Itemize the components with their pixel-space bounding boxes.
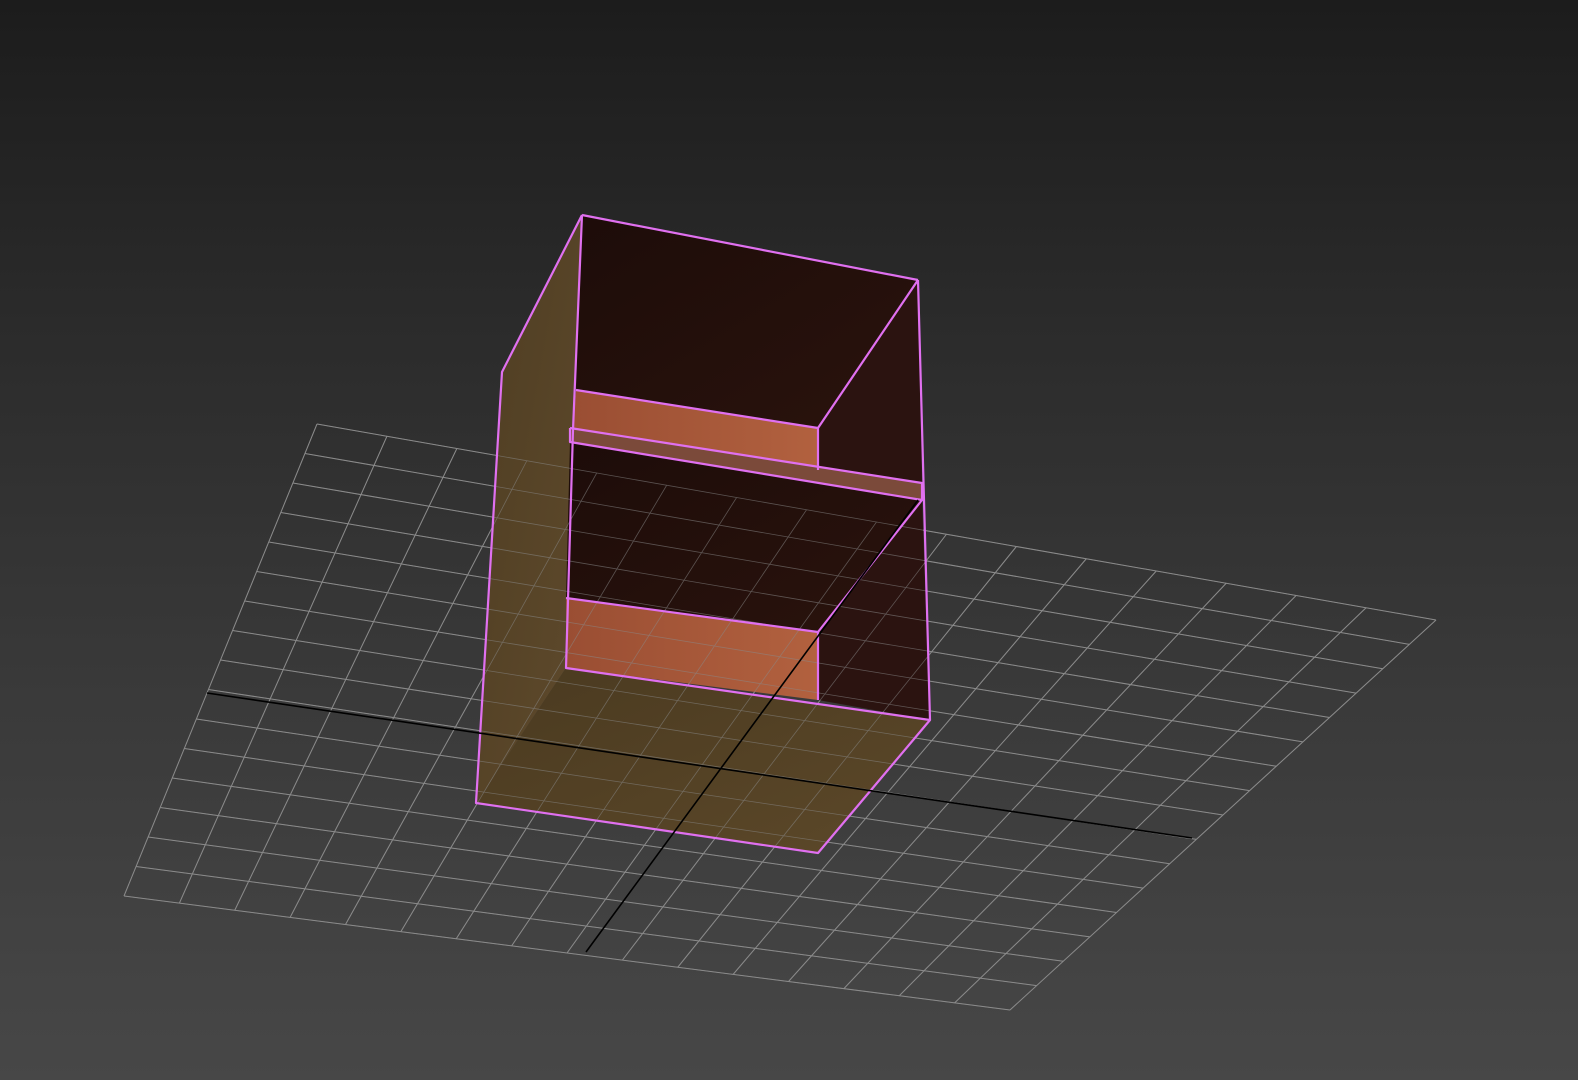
grid-line [136,866,1037,987]
shelf-object[interactable] [476,215,930,853]
grid-line [160,807,1090,938]
grid-line [148,836,1064,962]
grid-line [1009,619,1437,1011]
grid-line [898,595,1297,997]
viewport-3d[interactable] [0,0,1578,1080]
scene-canvas[interactable] [0,0,1578,1080]
